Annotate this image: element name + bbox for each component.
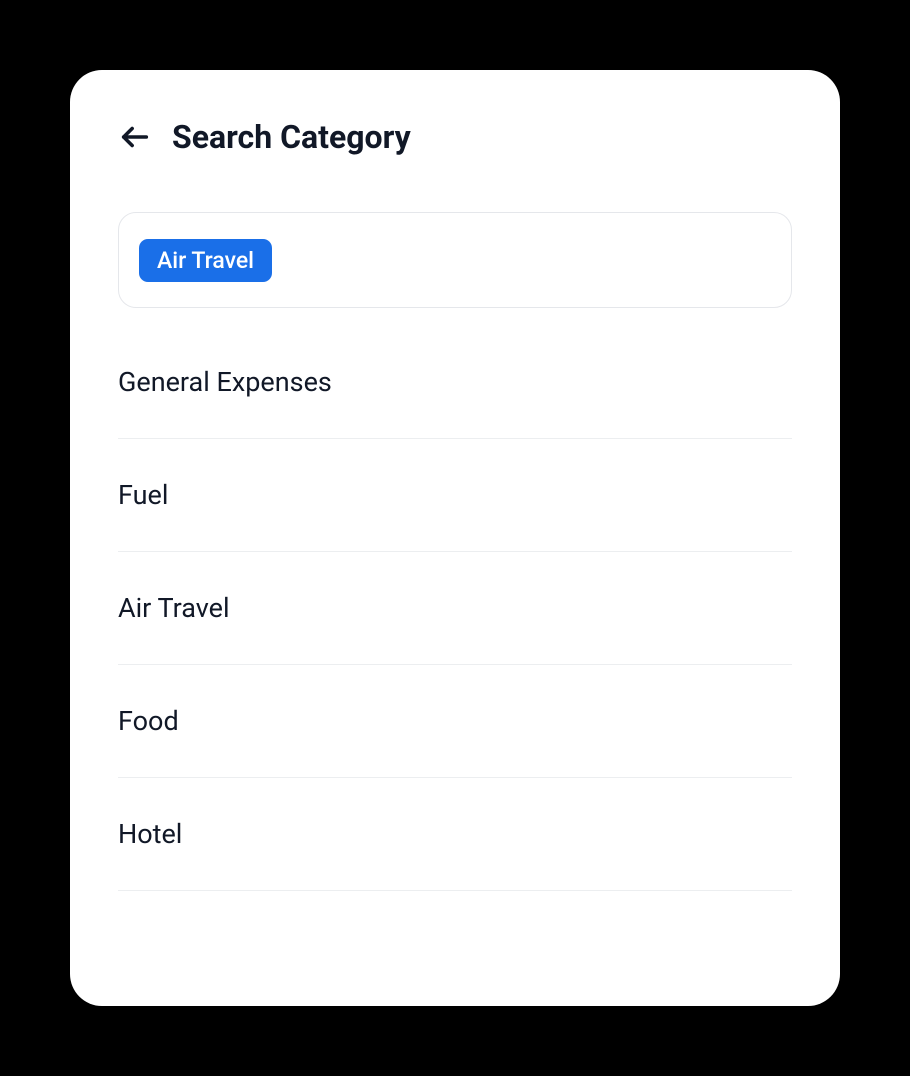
category-option[interactable]: Food: [118, 665, 792, 778]
category-option[interactable]: General Expenses: [118, 332, 792, 439]
category-option[interactable]: Fuel: [118, 439, 792, 552]
header: Search Category: [118, 118, 792, 156]
page-title: Search Category: [172, 118, 411, 156]
category-search-card: Search Category Air Travel General Expen…: [70, 70, 840, 1006]
selected-category-chip[interactable]: Air Travel: [139, 239, 272, 282]
category-list: General Expenses Fuel Air Travel Food Ho…: [118, 332, 792, 891]
category-option[interactable]: Air Travel: [118, 552, 792, 665]
search-input[interactable]: Air Travel: [118, 212, 792, 308]
back-arrow-icon[interactable]: [118, 120, 152, 154]
category-option[interactable]: Hotel: [118, 778, 792, 891]
